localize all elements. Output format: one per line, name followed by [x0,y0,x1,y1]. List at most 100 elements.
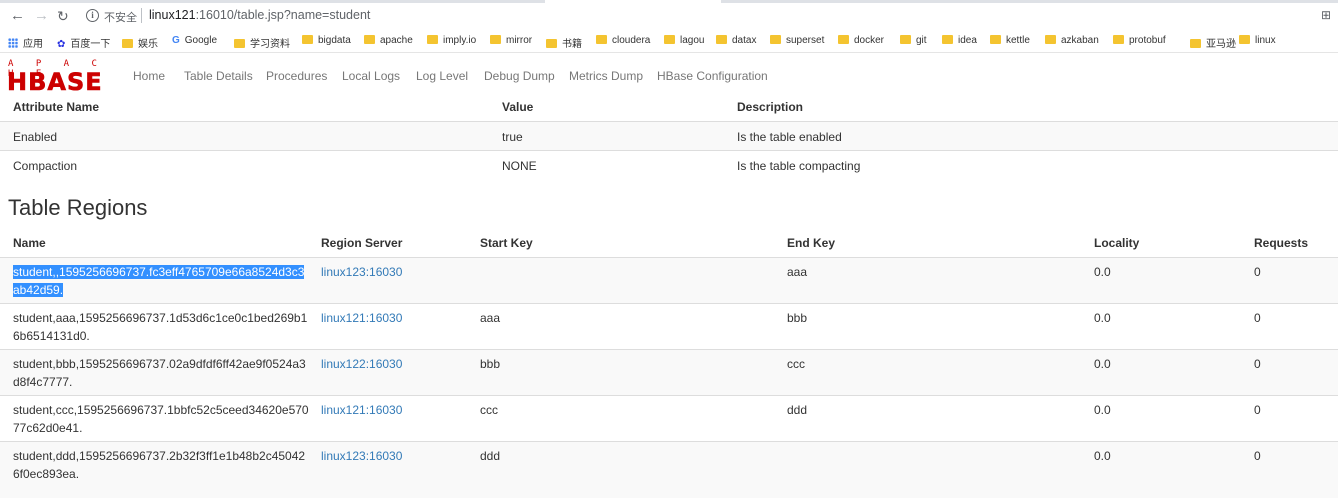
region-server-link[interactable]: linux123:16030 [321,263,402,281]
bookmark-label: cloudera [612,35,651,46]
column-header: End Key [787,236,836,250]
nav-home[interactable]: Home [133,69,165,83]
folder-icon [596,35,607,44]
bookmark-item[interactable]: idea [942,35,977,46]
nav-debug-dump[interactable]: Debug Dump [484,69,555,83]
bookmark-label: 应用 [23,39,43,50]
info-icon[interactable]: i [86,9,99,22]
bookmark-item[interactable]: imply.io [427,35,476,46]
bookmark-label: kettle [1006,35,1030,46]
locality: 0.0 [1094,403,1111,417]
bookmark-label: datax [732,35,757,46]
attribute-description: Is the table compacting [737,159,861,173]
attribute-value: true [502,130,523,144]
bookmark-label: 学习资料 [250,39,290,50]
bookmark-item[interactable]: bigdata [302,35,351,46]
bookmark-item[interactable]: 学习资料 [234,35,290,50]
region-server-link[interactable]: linux121:16030 [321,401,402,419]
url-field[interactable]: linux121:16010/table.jsp?name=student [149,8,370,22]
nav-local-logs[interactable]: Local Logs [342,69,400,83]
bookmark-item[interactable]: protobuf [1113,35,1166,46]
region-server-link[interactable]: linux121:16030 [321,309,402,327]
attribute-header-row: Attribute Name Value Description [0,94,1338,120]
folder-icon [1045,35,1056,44]
folder-icon [1239,35,1250,44]
forward-icon[interactable]: → [34,8,49,24]
bookmark-label: imply.io [443,35,477,46]
bookmark-item[interactable]: mirror [490,35,532,46]
nav-metrics-dump[interactable]: Metrics Dump [569,69,643,83]
region-name: student,ddd,1595256696737.2b32f3ff1e1b48… [13,449,306,481]
region-server-link[interactable]: linux122:16030 [321,355,402,373]
column-header: Attribute Name [13,100,100,114]
bookmark-label: git [916,35,927,46]
bookmark-label: lagou [680,35,705,46]
bookmark-item[interactable]: apache [364,35,413,46]
folder-icon [770,35,781,44]
divider [141,8,142,23]
folder-icon [234,39,245,48]
folder-icon [838,35,849,44]
folder-icon [364,35,375,44]
bookmark-item[interactable]: docker [838,35,884,46]
bookmark-item[interactable]: linux [1239,35,1276,46]
bookmark-item[interactable]: datax [716,35,756,46]
nav-hbase-configuration[interactable]: HBase Configuration [657,69,768,83]
back-icon[interactable]: ← [10,8,25,24]
folder-icon [427,35,438,44]
hbase-logo[interactable]: A P A C H E HBASE [7,59,111,96]
google-icon: G [172,35,180,46]
column-header: Name [13,236,46,250]
folder-icon [900,35,911,44]
bookmark-item[interactable]: superset [770,35,824,46]
column-header: Requests [1254,236,1309,250]
requests: 0 [1254,311,1261,325]
nav-procedures[interactable]: Procedures [266,69,327,83]
column-header: Locality [1094,236,1140,250]
bookmark-label: 娱乐 [138,39,158,50]
region-name: student,aaa,1595256696737.1d53d6c1ce0c1b… [13,311,308,343]
end-key: bbb [787,311,808,325]
bookmark-item[interactable]: 亚马逊 [1190,35,1236,50]
folder-icon [664,35,675,44]
bookmark-item[interactable]: git [900,35,927,46]
folder-icon [942,35,953,44]
bookmark-item[interactable]: cloudera [596,35,650,46]
bookmark-item[interactable]: kettle [990,35,1030,46]
bookmark-label: docker [854,35,885,46]
folder-icon [1190,39,1201,48]
start-key: bbb [480,357,501,371]
bookmark-item[interactable]: 娱乐 [122,35,158,50]
end-key: ddd [787,403,808,417]
bookmark-label: mirror [506,35,533,46]
region-server-link[interactable]: linux123:16030 [321,447,402,465]
bookmark-item[interactable]: azkaban [1045,35,1099,46]
bookmark-label: superset [786,35,825,46]
nav-log-level[interactable]: Log Level [416,69,468,83]
table-row: student,aaa,1595256696737.1d53d6c1ce0c1b… [0,303,1338,350]
end-key: ccc [787,357,805,371]
attribute-description: Is the table enabled [737,130,842,144]
start-key: ddd [480,449,501,463]
attribute-value: NONE [502,159,537,173]
requests: 0 [1254,265,1261,279]
attribute-name: Compaction [13,159,78,173]
folder-icon [1113,35,1124,44]
start-key: ccc [480,403,498,417]
bookmark-item[interactable]: G Google [172,35,217,46]
nav-table-details[interactable]: Table Details [184,69,253,83]
bookmark-item[interactable]: lagou [664,35,704,46]
bookmarks-bar: 应用 ✿ 百度一下 娱乐 G Google 学习资料 bigdata apache imply.i… [0,32,1338,53]
column-header: Value [502,100,534,114]
reload-icon[interactable]: ↻ [57,8,69,24]
bookmark-item[interactable]: 应用 [8,35,43,50]
table-row: Enabled true Is the table enabled [0,121,1338,151]
bookmark-item[interactable]: ✿ 百度一下 [57,35,110,50]
attribute-name: Enabled [13,130,58,144]
bookmark-item[interactable]: 书籍 [546,35,582,50]
locality: 0.0 [1094,311,1111,325]
start-key: aaa [480,311,501,325]
security-label[interactable]: 不安全 [104,9,137,25]
translate-icon[interactable]: ⊞ [1321,8,1331,22]
hbase-navbar: A P A C H E HBASE Home Table Details Pro… [0,53,1338,96]
